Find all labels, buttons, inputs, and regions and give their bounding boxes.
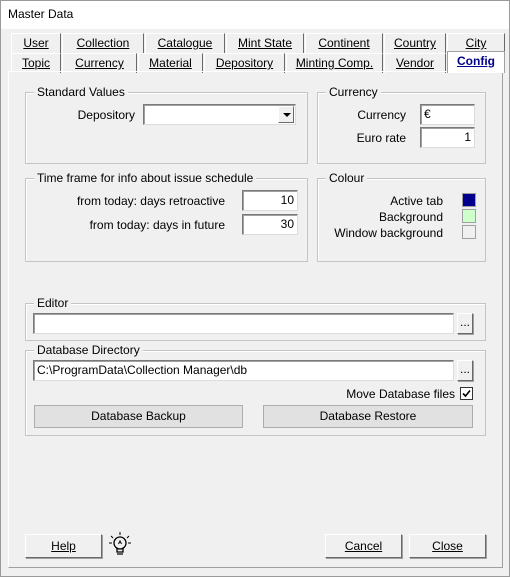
tab-label: Topic bbox=[21, 56, 50, 70]
group-title: Currency bbox=[326, 85, 381, 99]
active-tab-colour-swatch[interactable] bbox=[462, 193, 476, 207]
move-database-files-label: Move Database files bbox=[346, 387, 455, 401]
tab-continent[interactable]: Continent bbox=[305, 33, 383, 53]
tab-material[interactable]: Material bbox=[138, 53, 203, 73]
tab-label: Catalogue bbox=[157, 36, 213, 50]
dropdown-button[interactable] bbox=[278, 106, 294, 123]
group-title: Editor bbox=[34, 296, 72, 310]
title-bar[interactable]: Master Data bbox=[1, 1, 509, 29]
database-path-input[interactable]: C:\ProgramData\Collection Manager\db bbox=[33, 360, 454, 381]
tab-label: Material bbox=[149, 56, 192, 70]
group-title: Database Directory bbox=[34, 343, 143, 357]
tab-vendor[interactable]: Vendor bbox=[384, 53, 446, 73]
euro-rate-label: Euro rate bbox=[356, 131, 406, 145]
cancel-button[interactable]: Cancel bbox=[325, 534, 402, 558]
timeframe-group: Time frame for info about issue schedule… bbox=[25, 171, 308, 262]
tab-country[interactable]: Country bbox=[384, 33, 446, 53]
standard-values-group: Standard Values Depository bbox=[25, 85, 308, 164]
database-restore-button[interactable]: Database Restore bbox=[263, 405, 473, 428]
active-tab-colour-label: Active tab bbox=[390, 194, 443, 208]
tab-label: Currency bbox=[75, 56, 124, 70]
euro-rate-input[interactable]: 1 bbox=[420, 127, 475, 148]
depository-select[interactable] bbox=[143, 104, 296, 125]
editor-group: Editor ... bbox=[25, 296, 486, 341]
tab-collection[interactable]: Collection bbox=[62, 33, 144, 53]
lightbulb-icon[interactable] bbox=[108, 531, 132, 559]
days-retroactive-label: from today: days retroactive bbox=[76, 194, 225, 208]
currency-label: Currency bbox=[357, 108, 406, 122]
database-browse-button[interactable]: ... bbox=[457, 360, 473, 381]
tab-label: Country bbox=[393, 36, 437, 50]
currency-group: Currency Currency € Euro rate 1 bbox=[317, 85, 486, 164]
tab-label: User bbox=[23, 36, 49, 50]
close-button[interactable]: Close bbox=[409, 534, 486, 558]
master-data-window: Master Data User Collection Catalogue Mi… bbox=[0, 0, 510, 577]
tab-minting-comp[interactable]: Minting Comp. bbox=[286, 53, 383, 73]
editor-path-input[interactable] bbox=[33, 313, 454, 334]
tab-config[interactable]: Config bbox=[447, 51, 505, 73]
tab-topic[interactable]: Topic bbox=[11, 53, 61, 73]
window-background-colour-label: Window background bbox=[334, 226, 443, 240]
chevron-down-icon bbox=[283, 113, 291, 117]
tab-label: Vendor bbox=[395, 56, 435, 70]
tab-label: Depository bbox=[215, 56, 274, 70]
tab-currency[interactable]: Currency bbox=[62, 53, 137, 73]
close-button-label: Close bbox=[432, 539, 463, 553]
window-background-colour-swatch[interactable] bbox=[462, 225, 476, 239]
tab-user[interactable]: User bbox=[11, 33, 61, 53]
tab-label: Collection bbox=[76, 36, 130, 50]
checkmark-icon bbox=[462, 389, 471, 398]
group-title: Standard Values bbox=[34, 85, 128, 99]
days-future-label: from today: days in future bbox=[89, 218, 225, 232]
depository-label: Depository bbox=[77, 108, 135, 122]
tab-label: Continent bbox=[318, 36, 370, 50]
tab-mint-state[interactable]: Mint State bbox=[226, 33, 304, 53]
database-directory-group: Database Directory C:\ProgramData\Collec… bbox=[25, 343, 486, 436]
help-button-label: Help bbox=[51, 539, 76, 553]
move-database-files-checkbox[interactable] bbox=[460, 387, 473, 400]
tab-label: City bbox=[465, 36, 487, 50]
database-backup-button[interactable]: Database Backup bbox=[34, 405, 243, 428]
tab-catalogue[interactable]: Catalogue bbox=[145, 33, 225, 53]
colour-group: Colour Active tab Background Window back… bbox=[317, 171, 486, 262]
tab-depository[interactable]: Depository bbox=[204, 53, 285, 73]
background-colour-swatch[interactable] bbox=[462, 209, 476, 223]
cancel-button-label: Cancel bbox=[344, 539, 383, 553]
help-button[interactable]: Help bbox=[25, 534, 102, 558]
group-title: Time frame for info about issue schedule bbox=[34, 171, 257, 185]
group-title: Colour bbox=[326, 171, 368, 185]
days-retroactive-input[interactable]: 10 bbox=[242, 190, 298, 211]
days-future-input[interactable]: 30 bbox=[242, 214, 298, 235]
tab-label: Minting Comp. bbox=[295, 56, 374, 70]
window-title: Master Data bbox=[8, 7, 74, 21]
background-colour-label: Background bbox=[378, 210, 443, 224]
currency-input[interactable]: € bbox=[420, 104, 475, 125]
editor-browse-button[interactable]: ... bbox=[457, 313, 473, 334]
tab-label: Mint State bbox=[237, 36, 293, 50]
tab-label: Config bbox=[457, 54, 495, 68]
tab-city[interactable]: City bbox=[447, 33, 505, 53]
